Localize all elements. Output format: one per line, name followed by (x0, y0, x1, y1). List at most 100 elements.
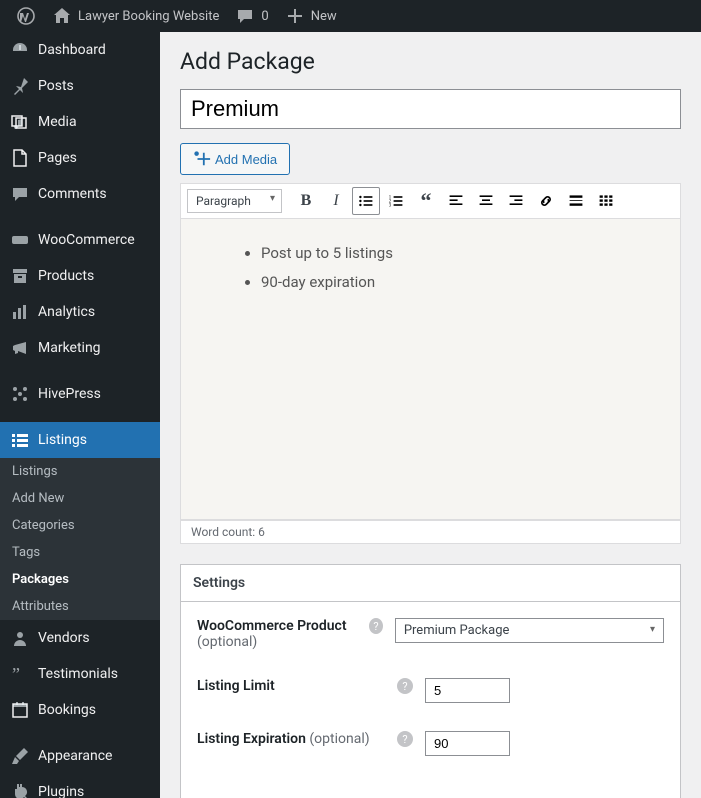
add-media-button[interactable]: Add Media (180, 143, 290, 175)
megaphone-icon (10, 338, 30, 358)
link-icon (538, 193, 554, 209)
comment-icon (235, 6, 255, 26)
dashboard-icon (10, 40, 30, 60)
sidebar-item-dashboard[interactable]: Dashboard (0, 32, 160, 68)
woo-icon (10, 230, 30, 250)
sidebar-item-label: Appearance (38, 748, 112, 764)
sidebar-item-label: Analytics (38, 304, 95, 320)
list-icon (10, 430, 30, 450)
hive-icon (10, 384, 30, 404)
ul-icon (358, 193, 374, 209)
sidebar-item-products[interactable]: Products (0, 258, 160, 294)
bullet-list-button[interactable] (352, 187, 380, 215)
media-icon (10, 112, 30, 132)
settings-heading: Settings (181, 565, 680, 602)
help-icon[interactable]: ? (397, 678, 413, 694)
link-button[interactable] (532, 187, 560, 215)
sidebar-item-label: Plugins (38, 784, 84, 798)
kitchen-sink-button[interactable] (592, 187, 620, 215)
calendar-icon (10, 700, 30, 720)
editor-toolbar: Paragraph B I 123 “ (181, 184, 680, 219)
chart-icon (10, 302, 30, 322)
comments-link[interactable]: 0 (227, 0, 276, 32)
admin-topbar: Lawyer Booking Website 0 New (0, 0, 701, 32)
sidebar-item-woocommerce[interactable]: WooCommerce (0, 222, 160, 258)
submenu-item-attributes[interactable]: Attributes (0, 593, 160, 620)
sidebar-item-analytics[interactable]: Analytics (0, 294, 160, 330)
format-dropdown[interactable]: Paragraph (187, 189, 282, 213)
align-right-icon (508, 193, 524, 209)
kitchen-sink-icon (598, 193, 614, 209)
setting-row-listing-expiration: Listing Expiration (optional)? (197, 731, 664, 756)
setting-input[interactable] (425, 678, 510, 703)
sidebar-item-pages[interactable]: Pages (0, 140, 160, 176)
align-center-button[interactable] (472, 187, 500, 215)
setting-label: Listing Limit (197, 678, 397, 694)
italic-button[interactable]: I (322, 187, 350, 215)
setting-input[interactable] (425, 731, 510, 756)
user-icon (10, 628, 30, 648)
align-left-icon (448, 193, 464, 209)
setting-label: Listing Expiration (optional) (197, 731, 397, 747)
page-title: Add Package (180, 48, 681, 75)
align-right-button[interactable] (502, 187, 530, 215)
sidebar-item-label: Pages (38, 150, 77, 166)
setting-select[interactable]: Premium Package (395, 618, 664, 643)
numbered-list-button[interactable]: 123 (382, 187, 410, 215)
sidebar-item-label: Vendors (38, 630, 90, 646)
sidebar-item-testimonials[interactable]: ”Testimonials (0, 656, 160, 692)
comments-count: 0 (261, 9, 268, 24)
readmore-button[interactable] (562, 187, 590, 215)
sidebar-item-label: Posts (38, 78, 74, 94)
sidebar-item-plugins[interactable]: Plugins (0, 774, 160, 798)
archive-icon (10, 266, 30, 286)
submenu-item-categories[interactable]: Categories (0, 512, 160, 539)
sidebar-item-label: HivePress (38, 386, 101, 402)
pin-icon (10, 76, 30, 96)
page-icon (10, 148, 30, 168)
sidebar-item-label: Dashboard (38, 42, 106, 58)
sidebar-item-posts[interactable]: Posts (0, 68, 160, 104)
editor-list-item: Post up to 5 listings (261, 239, 620, 268)
submenu-item-add-new[interactable]: Add New (0, 485, 160, 512)
editor-container: Paragraph B I 123 “ Post up to 5 listing… (180, 183, 681, 520)
bold-button[interactable]: B (292, 187, 320, 215)
site-link[interactable]: Lawyer Booking Website (44, 0, 227, 32)
sidebar-item-label: Marketing (38, 340, 101, 356)
align-left-button[interactable] (442, 187, 470, 215)
help-icon[interactable]: ? (397, 731, 413, 747)
site-title: Lawyer Booking Website (78, 9, 219, 24)
plug-icon (10, 782, 30, 798)
package-title-input[interactable] (180, 89, 681, 129)
ol-icon: 123 (388, 193, 404, 209)
sidebar-item-media[interactable]: Media (0, 104, 160, 140)
main-content: Add Package Add Media Paragraph B I 123 … (160, 32, 701, 798)
sidebar-item-vendors[interactable]: Vendors (0, 620, 160, 656)
submenu-item-listings[interactable]: Listings (0, 458, 160, 485)
wp-logo-menu[interactable] (8, 0, 44, 32)
editor-body[interactable]: Post up to 5 listings90-day expiration (181, 219, 680, 519)
setting-row-listing-limit: Listing Limit? (197, 678, 664, 703)
align-center-icon (478, 193, 494, 209)
settings-metabox: Settings WooCommerce Product (optional)?… (180, 564, 681, 798)
new-menu[interactable]: New (277, 0, 345, 32)
sidebar-item-comments[interactable]: Comments (0, 176, 160, 212)
sidebar-item-marketing[interactable]: Marketing (0, 330, 160, 366)
sidebar-item-label: Bookings (38, 702, 96, 718)
sidebar-item-listings[interactable]: Listings (0, 422, 160, 458)
quote-button[interactable]: “ (412, 187, 440, 215)
readmore-icon (568, 193, 584, 209)
svg-text:”: ” (12, 664, 20, 684)
sidebar-item-bookings[interactable]: Bookings (0, 692, 160, 728)
submenu-item-packages[interactable]: Packages (0, 566, 160, 593)
word-count: Word count: 6 (180, 520, 681, 544)
sidebar-item-appearance[interactable]: Appearance (0, 738, 160, 774)
help-icon[interactable]: ? (369, 618, 383, 634)
editor-list-item: 90-day expiration (261, 268, 620, 297)
sidebar-item-label: Comments (38, 186, 107, 202)
sidebar-item-hivepress[interactable]: HivePress (0, 376, 160, 412)
sidebar-item-label: Listings (38, 432, 87, 448)
sidebar-submenu: ListingsAdd NewCategoriesTagsPackagesAtt… (0, 458, 160, 620)
wordpress-icon (16, 6, 36, 26)
submenu-item-tags[interactable]: Tags (0, 539, 160, 566)
